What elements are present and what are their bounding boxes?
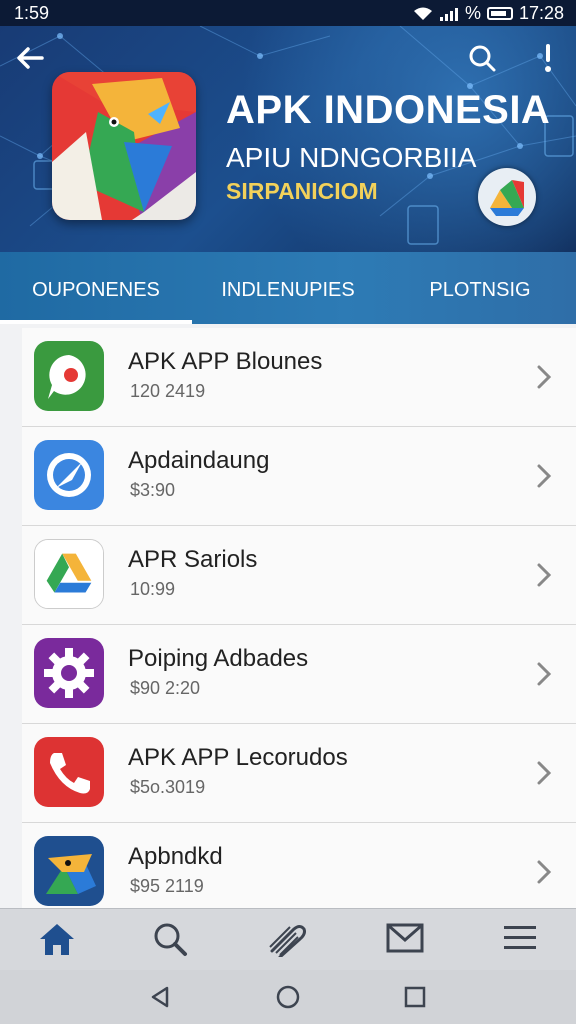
chevron-right-icon	[537, 860, 552, 884]
chat-bubble-icon	[34, 341, 104, 411]
header-banner: APK INDONESIA APIU NDNGORBIIA SIRPANICIO…	[0, 26, 576, 252]
app-name: Apbndkd	[128, 843, 223, 870]
app-logo	[52, 72, 196, 220]
system-nav-bar	[0, 970, 576, 1024]
app-name: APK APP Blounes	[128, 348, 323, 375]
back-arrow-icon[interactable]	[14, 42, 46, 74]
app-price: 120 2419	[130, 381, 206, 401]
list-item[interactable]: Apbndkd $95 2119	[22, 823, 576, 908]
list-item[interactable]: APK APP Lecorudos $5o.3019	[22, 724, 576, 823]
attachment-icon[interactable]	[266, 921, 306, 957]
chevron-right-icon	[537, 662, 552, 686]
bottom-nav	[0, 908, 576, 971]
list-item[interactable]: Poiping Adbades $90 2:20	[22, 625, 576, 724]
back-triangle-icon[interactable]	[150, 986, 170, 1008]
list-item[interactable]: APR Sariols 10:99	[22, 526, 576, 625]
home-circle-icon[interactable]	[276, 985, 300, 1009]
chevron-right-icon	[537, 563, 552, 587]
chevron-right-icon	[537, 464, 552, 488]
app-name: Apdaindaung	[128, 447, 270, 474]
app-price: $3:90	[130, 480, 176, 500]
tab-indlenupies[interactable]: INDLENUPIES	[192, 252, 384, 324]
header-subtitle: APIU NDNGORBIIA	[226, 142, 477, 173]
phone-icon	[34, 737, 104, 807]
list-item[interactable]: Apdaindaung $3:90	[22, 427, 576, 526]
battery-percent-label: %	[464, 3, 481, 23]
status-clock: 17:28	[518, 3, 564, 23]
app-price: $5o.3019	[130, 777, 206, 797]
settings-gear-icon	[34, 638, 104, 708]
app-name: APK APP Lecorudos	[128, 744, 348, 771]
more-options-icon[interactable]	[542, 42, 554, 74]
chevron-right-icon	[537, 365, 552, 389]
drive-triangle-icon	[34, 539, 104, 609]
app-price: 10:99	[130, 579, 176, 599]
wifi-icon	[413, 7, 432, 20]
app-price: $90 2:20	[130, 678, 201, 698]
app-list: APK APP Blounes 120 2419 Apdaindaung $3:…	[22, 328, 576, 908]
home-icon[interactable]	[38, 921, 76, 957]
search-icon[interactable]	[152, 921, 188, 957]
battery-icon	[486, 7, 513, 20]
app-name: APR Sariols	[128, 546, 258, 573]
list-item[interactable]: APK APP Blounes 120 2419	[22, 328, 576, 427]
fox-triangle-icon	[34, 836, 104, 906]
app-price: $95 2119	[130, 876, 204, 896]
drive-badge-icon	[478, 168, 536, 226]
status-icons: % 17:28	[413, 3, 564, 24]
menu-icon[interactable]	[502, 921, 538, 955]
status-time: 1:59	[14, 3, 50, 23]
app-name: Poiping Adbades	[128, 645, 309, 672]
tab-ouponenes[interactable]: OUPONENES	[0, 252, 192, 324]
recents-square-icon[interactable]	[404, 986, 426, 1008]
signal-icon	[439, 7, 458, 21]
tab-bar: OUPONENES INDLENUPIES PLOTNSIG	[0, 252, 576, 324]
chevron-right-icon	[537, 761, 552, 785]
tab-plotnsig[interactable]: PLOTNSIG	[384, 252, 576, 324]
status-bar: 1:59 % 17:28	[0, 0, 576, 26]
header-title: APK INDONESIA	[226, 88, 551, 132]
mail-icon[interactable]	[386, 921, 424, 955]
compass-icon	[34, 440, 104, 510]
header-brand: SIRPANICIOM	[226, 178, 378, 204]
search-icon[interactable]	[468, 44, 496, 72]
